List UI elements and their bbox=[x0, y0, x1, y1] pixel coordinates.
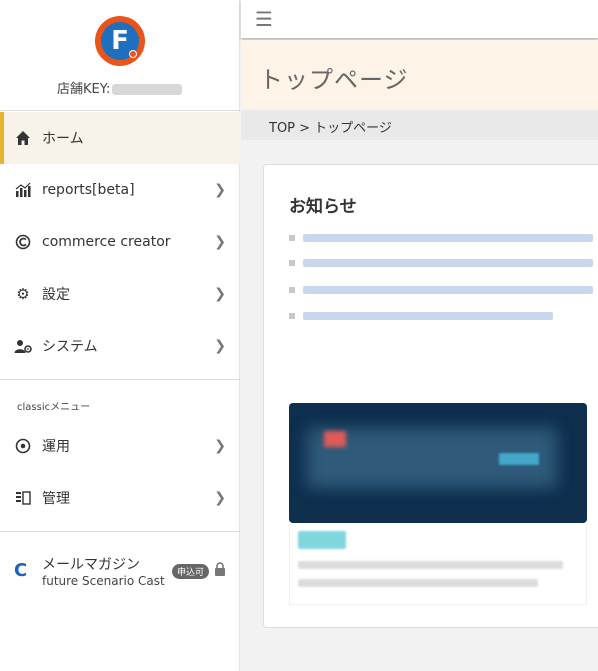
store-key-label: 店舗KEY: bbox=[57, 82, 111, 97]
article-text-blurred bbox=[298, 579, 538, 587]
manage-icon bbox=[14, 489, 32, 507]
sidebar-item-label: システム bbox=[42, 339, 98, 355]
bullet-icon bbox=[289, 286, 295, 293]
news-link-text-blurred bbox=[303, 233, 593, 242]
logo-dot bbox=[129, 50, 137, 58]
sidebar-item-reports[interactable]: reports[beta] ❯ bbox=[0, 164, 240, 216]
banner-graphic bbox=[499, 453, 539, 465]
sidebar-item-label: reports[beta] bbox=[42, 182, 135, 198]
bar-chart-icon bbox=[14, 181, 32, 199]
user-gear-icon bbox=[14, 337, 32, 355]
chevron-right-icon: ❯ bbox=[214, 234, 226, 250]
classic-menu-heading: classicメニュー bbox=[17, 402, 91, 413]
sidebar-item-commerce-creator[interactable]: commerce creator ❯ bbox=[0, 216, 240, 268]
store-key-redacted bbox=[112, 84, 183, 95]
news-link[interactable] bbox=[289, 311, 553, 320]
sidebar-item-mail-magazine[interactable]: C メールマガジン future Scenario Cast 申込可 bbox=[0, 549, 240, 599]
news-link[interactable] bbox=[289, 233, 593, 242]
mail-magazine-title: メールマガジン bbox=[42, 557, 140, 573]
divider bbox=[0, 531, 240, 532]
chevron-right-icon: ❯ bbox=[214, 338, 226, 354]
store-logo[interactable]: F bbox=[95, 16, 145, 66]
bullet-icon bbox=[289, 234, 295, 241]
top-bar: ☰ bbox=[241, 0, 598, 38]
page-title: トップページ bbox=[259, 66, 409, 94]
store-key: 店舗KEY: bbox=[57, 78, 183, 97]
article-text-blurred bbox=[298, 561, 563, 569]
mail-magazine-subtitle: future Scenario Cast bbox=[42, 574, 165, 588]
sidebar-item-management[interactable]: 管理 ❯ bbox=[0, 472, 240, 524]
news-link-text-blurred bbox=[303, 285, 593, 294]
news-link-text-blurred bbox=[303, 258, 593, 267]
sidebar-item-system[interactable]: システム ❯ bbox=[0, 320, 240, 372]
sidebar: F 店舗KEY: ホーム reports[beta] ❯ commerce cr… bbox=[0, 0, 240, 671]
news-card: お知らせ bbox=[263, 164, 598, 628]
gear-icon: ⚙ bbox=[16, 285, 30, 303]
sidebar-item-label: 設定 bbox=[42, 287, 70, 303]
chevron-right-icon: ❯ bbox=[214, 286, 226, 302]
brand-area: F 店舗KEY: bbox=[0, 0, 239, 111]
news-link-text-blurred bbox=[303, 311, 553, 320]
page-header: トップページ bbox=[241, 40, 598, 110]
sidebar-item-label: commerce creator bbox=[42, 234, 171, 250]
news-link[interactable] bbox=[289, 285, 593, 294]
apply-available-badge: 申込可 bbox=[172, 564, 210, 579]
article-category-tag bbox=[298, 531, 346, 549]
divider bbox=[0, 379, 240, 380]
chevron-right-icon: ❯ bbox=[214, 182, 226, 198]
hamburger-icon[interactable]: ☰ bbox=[255, 7, 273, 31]
breadcrumb-text[interactable]: TOP > トップページ bbox=[269, 117, 392, 136]
news-link[interactable] bbox=[289, 258, 593, 267]
article-card[interactable] bbox=[289, 523, 587, 605]
mail-magazine-icon: C bbox=[14, 560, 28, 581]
bullet-icon bbox=[289, 259, 295, 266]
sidebar-item-label: ホーム bbox=[42, 131, 84, 147]
banner-graphic bbox=[324, 431, 346, 447]
commerce-creator-icon bbox=[14, 233, 32, 251]
sidebar-item-settings[interactable]: ⚙ 設定 ❯ bbox=[0, 268, 240, 320]
sidebar-item-home[interactable]: ホーム bbox=[0, 112, 240, 164]
home-icon bbox=[14, 129, 32, 147]
breadcrumb: TOP > トップページ bbox=[241, 110, 598, 140]
promo-banner[interactable] bbox=[289, 403, 587, 523]
chevron-right-icon: ❯ bbox=[214, 490, 226, 506]
chevron-right-icon: ❯ bbox=[214, 438, 226, 454]
news-title: お知らせ bbox=[289, 197, 357, 217]
lock-icon bbox=[214, 562, 226, 580]
sidebar-item-label: 管理 bbox=[42, 491, 70, 507]
cog-refresh-icon bbox=[14, 437, 32, 455]
bullet-icon bbox=[289, 312, 295, 319]
sidebar-item-label: 運用 bbox=[42, 439, 70, 455]
sidebar-item-operation[interactable]: 運用 ❯ bbox=[0, 420, 240, 472]
